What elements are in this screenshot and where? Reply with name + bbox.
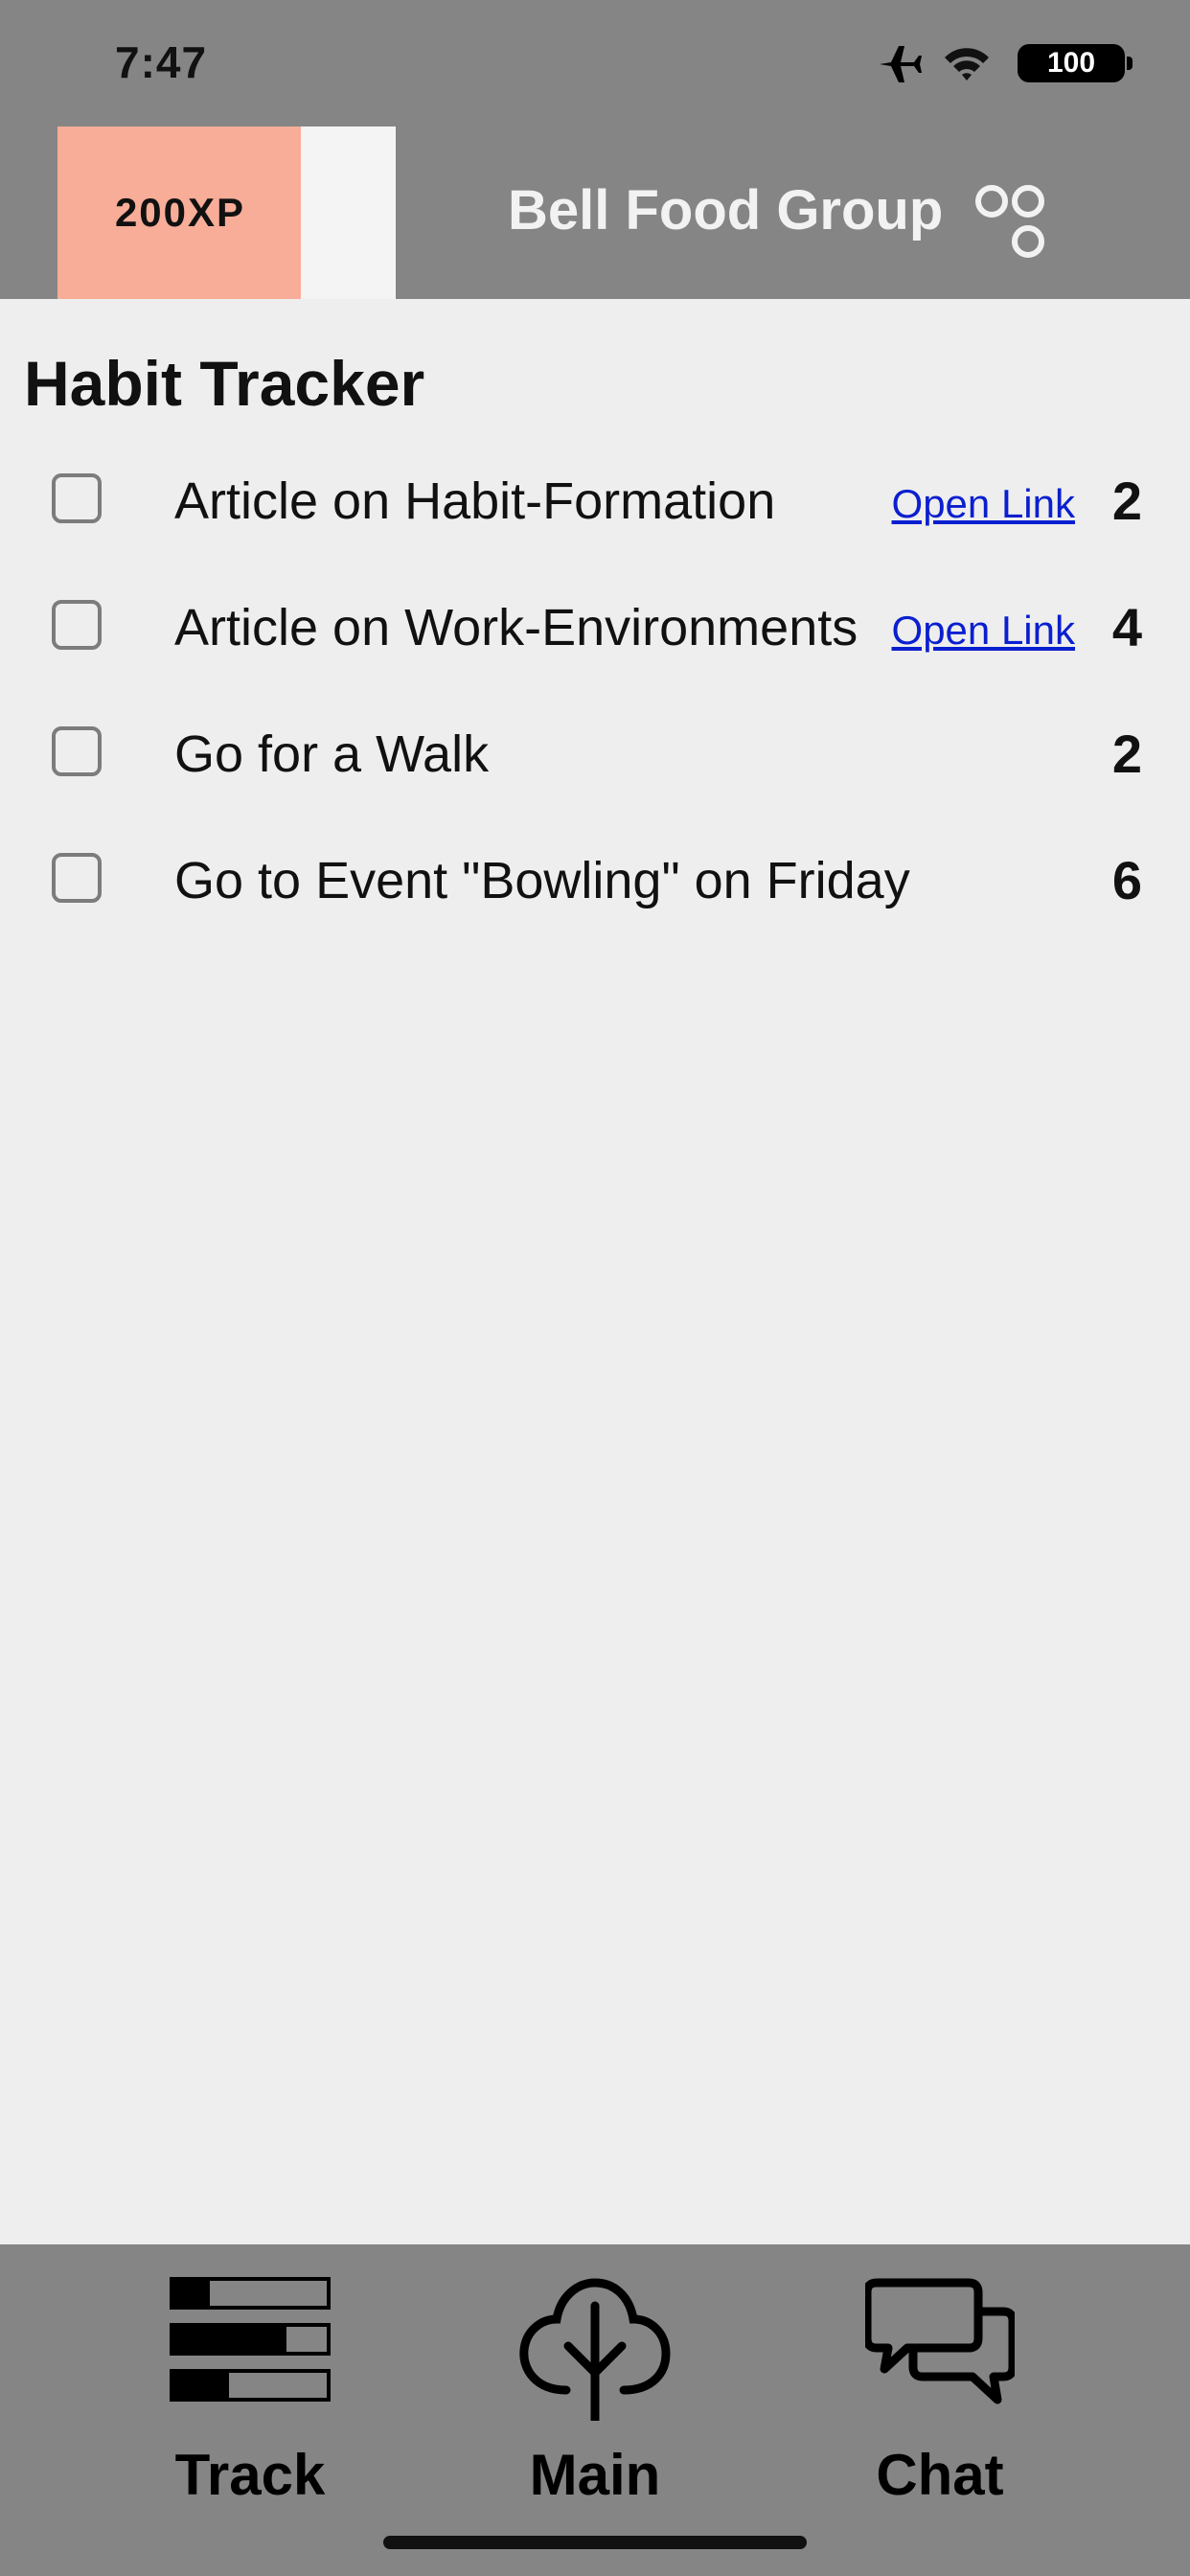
habit-label: Article on Work-Environments xyxy=(174,599,858,656)
bottom-nav: Track Main Chat xyxy=(0,2244,1190,2576)
habit-row: Article on Habit-Formation Open Link 2 xyxy=(0,443,1190,558)
company-logo-icon[interactable] xyxy=(975,182,1056,264)
airplane-icon xyxy=(880,46,922,82)
battery-level: 100 xyxy=(1018,44,1125,82)
battery-icon: 100 xyxy=(1018,44,1133,82)
chat-icon xyxy=(865,2278,1015,2404)
habit-row: Article on Work-Environments Open Link 4 xyxy=(0,569,1190,684)
status-time: 7:47 xyxy=(115,37,208,87)
nav-item-track[interactable]: Track xyxy=(135,2277,365,2507)
habit-row: Go for a Walk 2 xyxy=(0,696,1190,811)
nav-label-main: Main xyxy=(529,2443,661,2507)
habit-checkbox[interactable] xyxy=(52,726,102,776)
habit-checkbox[interactable] xyxy=(52,853,102,903)
home-indicator xyxy=(383,2536,807,2549)
habit-row: Go to Event "Bowling" on Friday 6 xyxy=(0,822,1190,937)
habit-checkbox[interactable] xyxy=(52,473,102,523)
wifi-icon xyxy=(945,48,989,80)
habit-points: 2 xyxy=(1111,724,1142,784)
habit-points: 2 xyxy=(1111,471,1142,531)
open-link[interactable]: Open Link xyxy=(892,608,1075,654)
habit-points: 6 xyxy=(1111,850,1142,910)
tree-icon xyxy=(519,2278,671,2421)
nav-label-track: Track xyxy=(174,2443,326,2507)
habit-label: Go to Event "Bowling" on Friday xyxy=(174,852,910,909)
habit-points: 4 xyxy=(1111,597,1142,657)
xp-progress-bar: 200XP xyxy=(57,126,396,299)
habit-checkbox[interactable] xyxy=(52,600,102,650)
track-icon xyxy=(170,2277,331,2402)
page-title: Habit Tracker xyxy=(24,348,425,419)
open-link[interactable]: Open Link xyxy=(892,481,1075,527)
top-bar: 7:47 100 200XP Bell Food Group xyxy=(0,0,1190,299)
nav-item-chat[interactable]: Chat xyxy=(825,2277,1055,2507)
nav-label-chat: Chat xyxy=(876,2443,1004,2507)
company-name: Bell Food Group xyxy=(508,179,944,242)
habit-label: Article on Habit-Formation xyxy=(174,472,776,530)
habit-label: Go for a Walk xyxy=(174,725,490,783)
xp-label: 200XP xyxy=(114,190,246,235)
nav-item-main[interactable]: Main xyxy=(480,2277,710,2507)
